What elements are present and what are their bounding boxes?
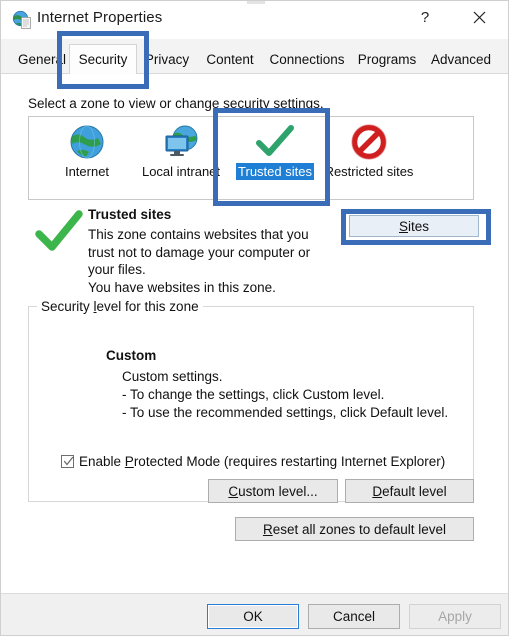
sites-button-label: Sites [398,218,430,234]
tab-label: Privacy [144,51,190,67]
zone-item-local-intranet[interactable]: Local intranet [131,121,231,195]
help-icon: ? [420,8,430,26]
tab-label: Programs [357,51,417,67]
security-level-line: - To use the recommended settings, click… [122,405,449,420]
security-level-line: - To change the settings, click Custom l… [122,387,385,402]
tab-connections[interactable]: Connections [263,44,351,74]
checkmark-icon [63,456,74,466]
tab-label: Advanced [430,51,492,67]
tab-security[interactable]: Security [69,44,137,74]
tab-label: Content [206,51,254,67]
close-icon [473,11,485,23]
close-button[interactable] [456,1,502,33]
internet-properties-globe-icon [12,10,32,30]
cancel-label: Cancel [332,609,376,624]
apply-button: Apply [409,604,501,629]
green-check-icon [34,209,84,259]
zone-description-line: trust not to damage your computer or [88,244,311,260]
zone-prompt-label: Select a zone to view or change security… [28,96,324,111]
tab-content[interactable]: Content [197,44,263,74]
zone-item-restricted-sites[interactable]: Restricted sites [319,121,419,195]
custom-level-button[interactable]: Custom level... [208,479,338,503]
ok-button[interactable]: OK [207,604,299,629]
zone-list[interactable]: Internet Local intranet Trusted sites Re… [28,116,474,200]
checkbox-box [61,455,74,468]
tab-label: Connections [269,51,345,67]
page-title: Internet Properties [37,9,163,26]
title-bar: Internet Properties ? [1,1,508,40]
zone-description-body: This zone contains websites that you tru… [88,226,320,296]
custom-level-label: Custom level... [228,483,318,499]
tab-label: General [17,51,67,67]
globe-icon [63,121,111,163]
tab-privacy[interactable]: Privacy [137,44,197,74]
tab-programs[interactable]: Programs [351,44,423,74]
zone-description-line: your files. [88,262,146,277]
security-tab-panel: Select a zone to view or change security… [1,73,508,594]
internet-properties-dialog: Internet Properties ? General Security P… [0,0,509,636]
zone-label: Internet [64,164,110,179]
security-level-description: Custom settings. - To change the setting… [122,368,448,422]
default-level-button[interactable]: Default level [345,479,474,503]
cancel-button[interactable]: Cancel [308,604,400,629]
green-check-icon [251,121,299,163]
zone-label: Trusted sites [236,163,314,180]
zone-description-line: This zone contains websites that you [88,227,309,242]
reset-all-zones-label: Reset all zones to default level [262,521,447,537]
reset-all-zones-button[interactable]: Reset all zones to default level [235,517,474,541]
apply-label: Apply [438,609,472,624]
dialog-footer: OK Cancel Apply [1,593,508,635]
zone-description-line: You have websites in this zone. [88,279,276,295]
zone-label: Local intranet [141,164,221,179]
window-top-stub [247,1,265,4]
security-level-group-title: Security level for this zone [37,299,203,314]
sites-button[interactable]: Sites [349,215,479,237]
security-level-name: Custom [106,348,157,363]
ok-label: OK [243,609,263,624]
tab-strip: General Security Privacy Content Connect… [1,39,508,75]
zone-label: Restricted sites [324,164,414,179]
globe-monitor-icon [157,121,205,163]
security-level-line: Custom settings. [122,369,223,384]
enable-protected-mode-checkbox[interactable]: Enable Protected Mode (requires restarti… [61,454,445,469]
tab-advanced[interactable]: Advanced [423,44,499,74]
red-prohibited-icon [345,121,393,163]
help-button[interactable]: ? [402,1,448,33]
protected-mode-label: Enable Protected Mode (requires restarti… [79,454,446,469]
tab-general[interactable]: General [11,44,73,74]
tab-label: Security [78,52,128,67]
zone-item-internet[interactable]: Internet [37,121,137,195]
zone-description-title: Trusted sites [88,207,172,222]
zone-item-trusted-sites[interactable]: Trusted sites [225,121,325,195]
default-level-label: Default level [372,483,447,499]
